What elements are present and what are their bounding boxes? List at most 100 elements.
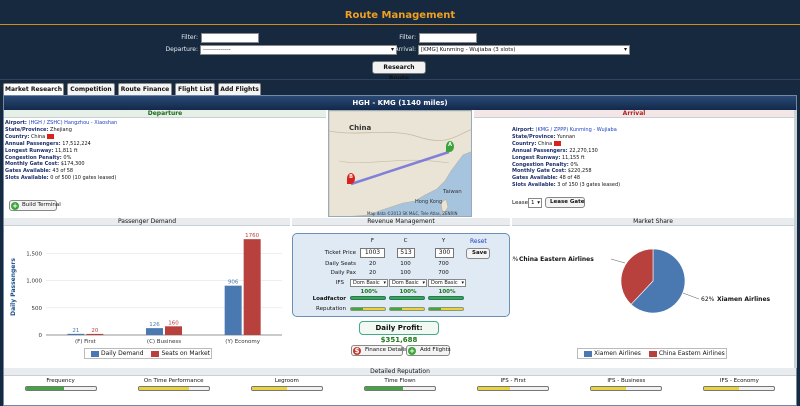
slice-name-label: Xiamen Airlines (717, 296, 771, 303)
save-button[interactable]: Save (466, 248, 490, 259)
data-label: 1760 (245, 233, 259, 239)
chevron-down-icon: ▾ (623, 46, 627, 53)
ticket-price-first-input[interactable]: 1003 (360, 248, 385, 258)
ticket-price-label: Ticket Price (324, 250, 356, 256)
legend-swatch-demand (91, 350, 99, 357)
reputation-label: Reputation (316, 306, 346, 312)
tab-market-research[interactable]: Market Research (3, 83, 64, 95)
daily-pax-economy: 700 (438, 270, 449, 276)
departure-label: Departure: (165, 46, 198, 53)
bar (86, 333, 104, 335)
revenue-management-header: Revenue Management (292, 218, 510, 226)
reputation-item-fill (25, 387, 65, 390)
data-label: 126 (149, 322, 160, 328)
bar (67, 333, 85, 335)
slice-value-label: 62% (701, 296, 715, 303)
ifs-first-select[interactable]: Dom Basic ▾ (350, 279, 388, 287)
daily-seats-economy: 700 (438, 261, 449, 267)
reputation-item: Time Flown (343, 378, 456, 391)
map-label-china: China (349, 124, 372, 132)
reset-link[interactable]: Reset (470, 238, 487, 245)
chevron-down-icon: ▾ (537, 200, 540, 206)
reputation-first-bar (350, 307, 386, 311)
finance-icon: $ (353, 347, 361, 355)
slice-value-label: 38% (512, 256, 519, 263)
departure-filter-input[interactable] (201, 33, 259, 43)
map-label-hongkong: Hong Kong (415, 199, 443, 205)
route-map[interactable]: A B China Taiwan Hong Kong Map data ©201… (328, 110, 472, 217)
scrollbar[interactable] (794, 110, 797, 368)
chevron-down-icon: ▾ (422, 280, 425, 286)
departure-select[interactable]: -------------- ▾ (200, 45, 397, 55)
loadfactor-label: Loadfactor (312, 296, 346, 302)
reputation-item-fill (251, 387, 287, 390)
passenger-demand-header: Passenger Demand (4, 218, 290, 226)
ifs-economy-select[interactable]: Dom Basic ▾ (428, 279, 466, 287)
departure-airport-link[interactable]: (HGH / ZSHC) Hangzhou - Xiaoshan (29, 120, 118, 126)
arrival-airport-link[interactable]: (KMG / ZPPP) Kunming - Wujiaba (536, 127, 617, 133)
ifs-label: IFS (335, 280, 344, 286)
build-terminal-button[interactable]: + Build Terminal (9, 200, 61, 211)
lease-gate-button[interactable]: Lease Gate (545, 197, 585, 208)
y-tick-label: 1,000 (26, 279, 42, 285)
loadfactor-business-bar (389, 296, 425, 300)
tab-competition[interactable]: Competition (67, 83, 115, 95)
daily-profit-box: Daily Profit: $351,688 (359, 321, 439, 344)
reputation-item-bar (24, 386, 97, 391)
departure-select-value: -------------- (203, 47, 231, 53)
arrival-info: Airport: (KMG / ZPPP) Kunming - Wujiaba … (512, 127, 621, 189)
plus-icon: + (408, 347, 416, 355)
lease-quantity-select[interactable]: 1 ▾ (528, 198, 542, 208)
reputation-item: IFS - Economy (683, 378, 796, 391)
departure-info: Airport: (HGH / ZSHC) Hangzhou - Xiaosha… (5, 120, 118, 182)
arrival-filter-label: Filter: (399, 34, 416, 41)
loadfactor-economy-bar (428, 296, 464, 300)
reputation-item: IFS - First (457, 378, 570, 391)
tab-flight-list[interactable]: Flight List (175, 83, 215, 95)
finance-details-button[interactable]: $ Finance Details (351, 345, 407, 356)
departure-filter-label: Filter: (181, 34, 198, 41)
reputation-economy-bar (428, 307, 464, 311)
tab-route-finance[interactable]: Route Finance (118, 83, 172, 95)
reputation-item: On Time Performance (117, 378, 230, 391)
research-route-button[interactable]: Research Route (372, 61, 426, 82)
reputation-item-fill (138, 387, 190, 390)
tab-add-flights[interactable]: Add Flights (218, 83, 261, 95)
bar (224, 285, 242, 335)
reputation-item-label: IFS - Business (607, 378, 646, 384)
data-label: 160 (168, 320, 179, 326)
reputation-item-label: On Time Performance (143, 378, 204, 384)
china-flag-icon (46, 133, 54, 139)
reputation-item-fill (591, 387, 627, 390)
market-share-legend: Xiamen Airlines China Eastern Airlines (577, 348, 727, 359)
legend-swatch-seats (151, 350, 160, 357)
reputation-business-bar (389, 307, 425, 311)
ticket-price-business-input[interactable]: 513 (397, 248, 415, 258)
add-flights-button[interactable]: + Add Flights (406, 345, 451, 356)
reputation-item-fill (364, 387, 404, 390)
reputation-item-fill (704, 387, 740, 390)
filter-divider (0, 79, 800, 80)
detailed-reputation-header: Detailed Reputation (4, 368, 796, 376)
data-label: 906 (228, 280, 239, 286)
class-header-y: Y (441, 238, 446, 244)
arrival-header: Arrival (474, 110, 794, 118)
data-label: 21 (72, 328, 79, 334)
header-divider (0, 24, 800, 25)
arrival-filter-input[interactable] (419, 33, 477, 43)
daily-seats-label: Daily Seats (325, 261, 356, 267)
arrival-select[interactable]: [KMG] Kunming - Wujiaba (3 slots) ▾ (418, 45, 630, 55)
map-marker-a[interactable]: A (446, 141, 454, 152)
market-share-chart: 62%Xiamen Airlines 38%China Eastern Airli… (512, 248, 771, 314)
legend-swatch-xiamen (584, 350, 592, 357)
map-marker-b[interactable]: B (347, 173, 355, 184)
reputation-item-label: Frequency (46, 378, 75, 384)
loadfactor-economy: 100% (438, 289, 456, 295)
reputation-item-label: IFS - First (500, 378, 526, 384)
market-share-header: Market Share (512, 218, 794, 226)
x-tick-label: (F) First (75, 339, 97, 345)
ticket-price-economy-input[interactable]: 300 (435, 248, 454, 258)
ifs-business-select[interactable]: Dom Basic ▾ (389, 279, 427, 287)
label-leader (610, 258, 626, 264)
class-header-c: C (403, 238, 408, 244)
